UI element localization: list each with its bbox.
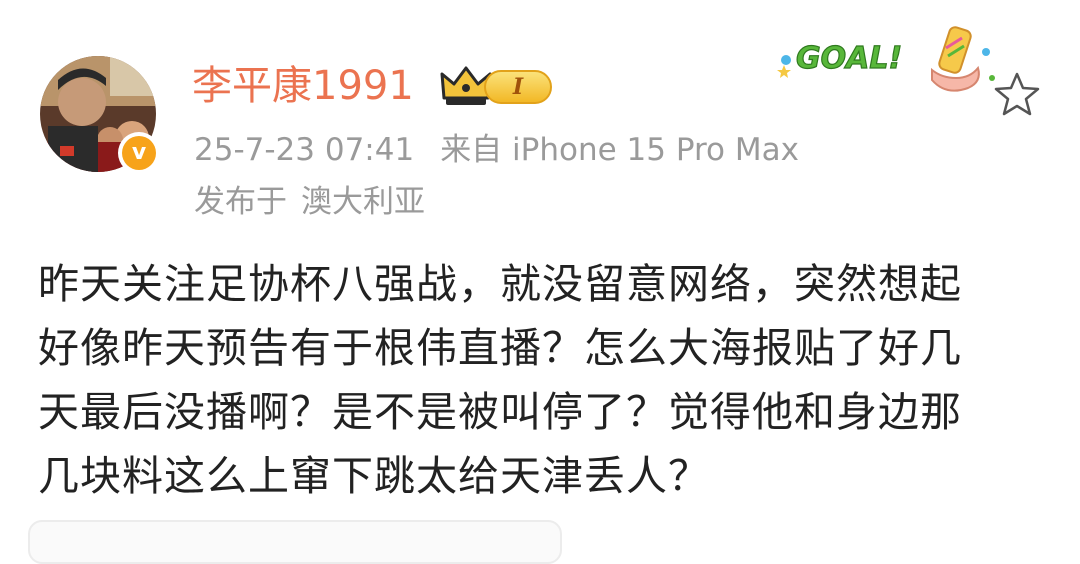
content-line: 几块料这么上窜下跳太给天津丢人？ [38, 452, 710, 500]
star-outline-icon[interactable] [990, 68, 1044, 122]
username[interactable]: 李平康1991 [192, 58, 414, 114]
post-meta: 25-7-23 07:41 来自 iPhone 15 Pro Max [194, 128, 799, 172]
level-badge[interactable]: I [484, 70, 552, 104]
weibo-post: v 李平康1991 I 25-7-23 07:41 来自 iPhone 15 Pr… [0, 0, 1080, 564]
content-line: 好像昨天预告有于根伟直播？怎么大海报贴了好几 [38, 324, 962, 372]
content-line: 昨天关注足协杯八强战，就没留意网络，突然想起 [38, 260, 962, 308]
sticker-text: GOAL! [796, 41, 902, 76]
location-prefix: 发布于 [194, 184, 287, 220]
post-content: 昨天关注足协杯八强战，就没留意网络，突然想起 好像昨天预告有于根伟直播？怎么大海… [38, 252, 1048, 508]
verified-v-icon: v [122, 136, 156, 170]
post-timestamp: 25-7-23 07:41 [194, 132, 415, 168]
location-name: 澳大利亚 [301, 184, 425, 220]
post-source: 来自 iPhone 15 Pro Max [440, 132, 799, 168]
attached-card[interactable] [28, 520, 562, 564]
verified-badge: v [118, 132, 160, 174]
goal-sticker-icon: GOAL! [777, 26, 995, 92]
content-line: 天最后没播啊？是不是被叫停了？觉得他和身边那 [38, 388, 962, 436]
post-location: 发布于 澳大利亚 [194, 180, 425, 224]
